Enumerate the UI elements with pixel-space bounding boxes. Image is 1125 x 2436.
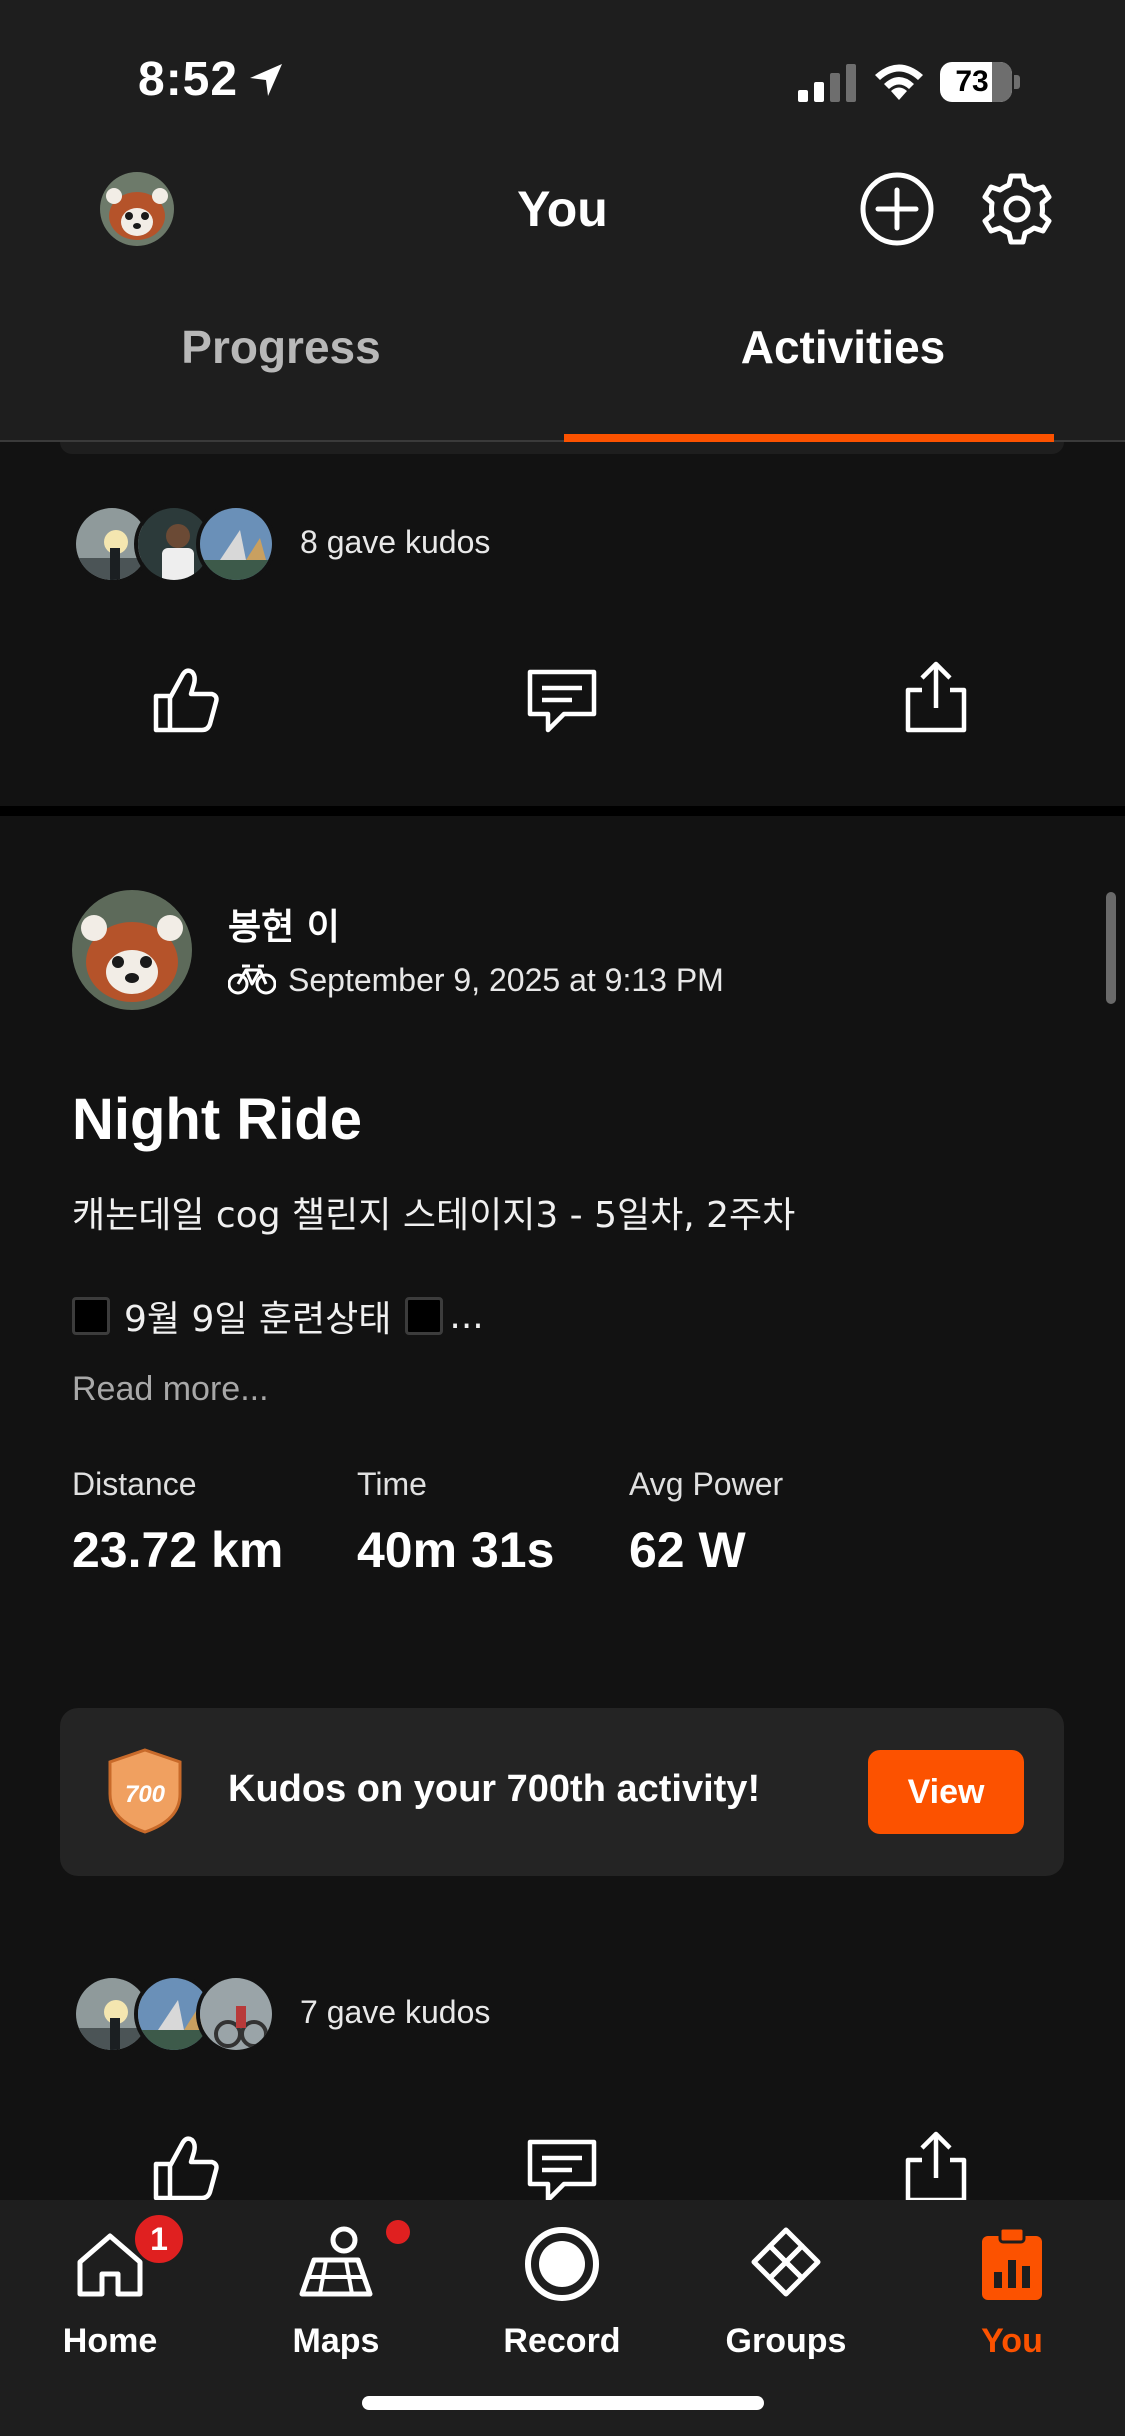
location-arrow-icon — [250, 64, 282, 96]
view-button[interactable]: View — [868, 1750, 1024, 1834]
share-icon[interactable] — [898, 660, 974, 736]
gear-icon[interactable] — [978, 170, 1056, 248]
athlete-avatar[interactable] — [72, 890, 192, 1010]
home-indicator — [362, 2396, 764, 2410]
red-panda-avatar-icon — [72, 890, 192, 1010]
badge-number: 700 — [125, 1781, 166, 1808]
stat-distance: Distance 23.72 km — [72, 1466, 283, 1579]
description-text: 9월 9일 훈련상태 — [124, 1299, 392, 1340]
kudo-avatar — [196, 1974, 276, 2054]
add-icon[interactable] — [858, 170, 936, 248]
kudos-row[interactable]: 8 gave kudos — [72, 504, 972, 584]
kudos-count: 8 gave kudos — [300, 524, 491, 560]
read-more-link[interactable]: Read more... — [72, 1370, 269, 1409]
bike-icon — [228, 964, 276, 995]
share-icon[interactable] — [898, 2130, 974, 2206]
wifi-icon — [875, 64, 923, 100]
stat-label: Time — [357, 1466, 427, 1502]
cellular-signal-icon — [798, 64, 856, 102]
nav-label: Record — [503, 2322, 621, 2360]
kudo-avatar — [196, 504, 276, 584]
tab-progress[interactable]: Progress — [0, 320, 562, 374]
status-time: 8:52 — [138, 53, 239, 106]
nav-you[interactable]: You — [922, 2218, 1102, 2368]
milestone-badge-icon: 700 — [108, 1748, 182, 1834]
active-tab-indicator — [564, 434, 1054, 442]
groups-icon — [751, 2227, 821, 2297]
stat-value: 40m 31s — [357, 1522, 555, 1578]
battery-icon: 73 — [940, 62, 1020, 102]
card-divider — [0, 806, 1125, 816]
stat-value: 23.72 km — [72, 1522, 284, 1578]
activity-description: 캐논데일 cog 챌린지 스테이지3 - 5일차, 2주차 — [72, 1195, 796, 1236]
activity-date: September 9, 2025 at 9:13 PM — [288, 962, 724, 998]
scrollbar[interactable] — [1106, 892, 1116, 1004]
milestone-text: Kudos on your 700th activity! — [228, 1768, 761, 1810]
milestone-banner: 700 Kudos on your 700th activity! View — [60, 1708, 1064, 1876]
description-ellipsis: ... — [449, 1295, 484, 1337]
battery-level: 73 — [955, 65, 989, 98]
top-header: You Progress Activities — [0, 150, 1125, 442]
stat-label: Distance — [72, 1466, 197, 1502]
comment-icon[interactable] — [524, 2134, 600, 2210]
kudos-row[interactable]: 7 gave kudos — [72, 1974, 972, 2054]
black-square-icon — [72, 1297, 110, 1335]
nav-label: Maps — [292, 2322, 380, 2360]
nav-record[interactable]: Record — [472, 2218, 652, 2368]
nav-label: Home — [62, 2322, 158, 2360]
stat-time: Time 40m 31s — [357, 1466, 554, 1579]
athlete-name[interactable]: 봉현 이 — [228, 898, 340, 950]
nav-label: You — [981, 2322, 1043, 2360]
clipboard-chart-icon — [982, 2226, 1042, 2300]
previous-card-edge — [60, 442, 1064, 454]
maps-notification-dot — [386, 2220, 410, 2244]
activity-title[interactable]: Night Ride — [72, 1086, 362, 1153]
maps-icon — [299, 2226, 373, 2297]
stat-label: Avg Power — [629, 1466, 784, 1502]
record-icon — [525, 2227, 599, 2301]
notification-badge: 1 — [132, 2212, 186, 2266]
nav-label: Groups — [725, 2322, 847, 2360]
tab-activities[interactable]: Activities — [562, 320, 1124, 374]
kudos-count: 7 gave kudos — [300, 1994, 491, 2030]
stat-value: 62 W — [629, 1522, 746, 1578]
status-bar: 8:52 73 — [0, 0, 1125, 150]
nav-groups[interactable]: Groups — [696, 2218, 876, 2368]
thumbs-up-icon[interactable] — [148, 2130, 224, 2206]
black-square-icon — [405, 1297, 444, 1335]
page-title: You — [517, 181, 608, 237]
activity-description-line2: 9월 9일 훈련상태 ... — [72, 1290, 484, 1342]
comment-icon[interactable] — [524, 664, 600, 740]
stat-avg-power: Avg Power 62 W — [629, 1466, 783, 1579]
thumbs-up-icon[interactable] — [148, 662, 224, 738]
